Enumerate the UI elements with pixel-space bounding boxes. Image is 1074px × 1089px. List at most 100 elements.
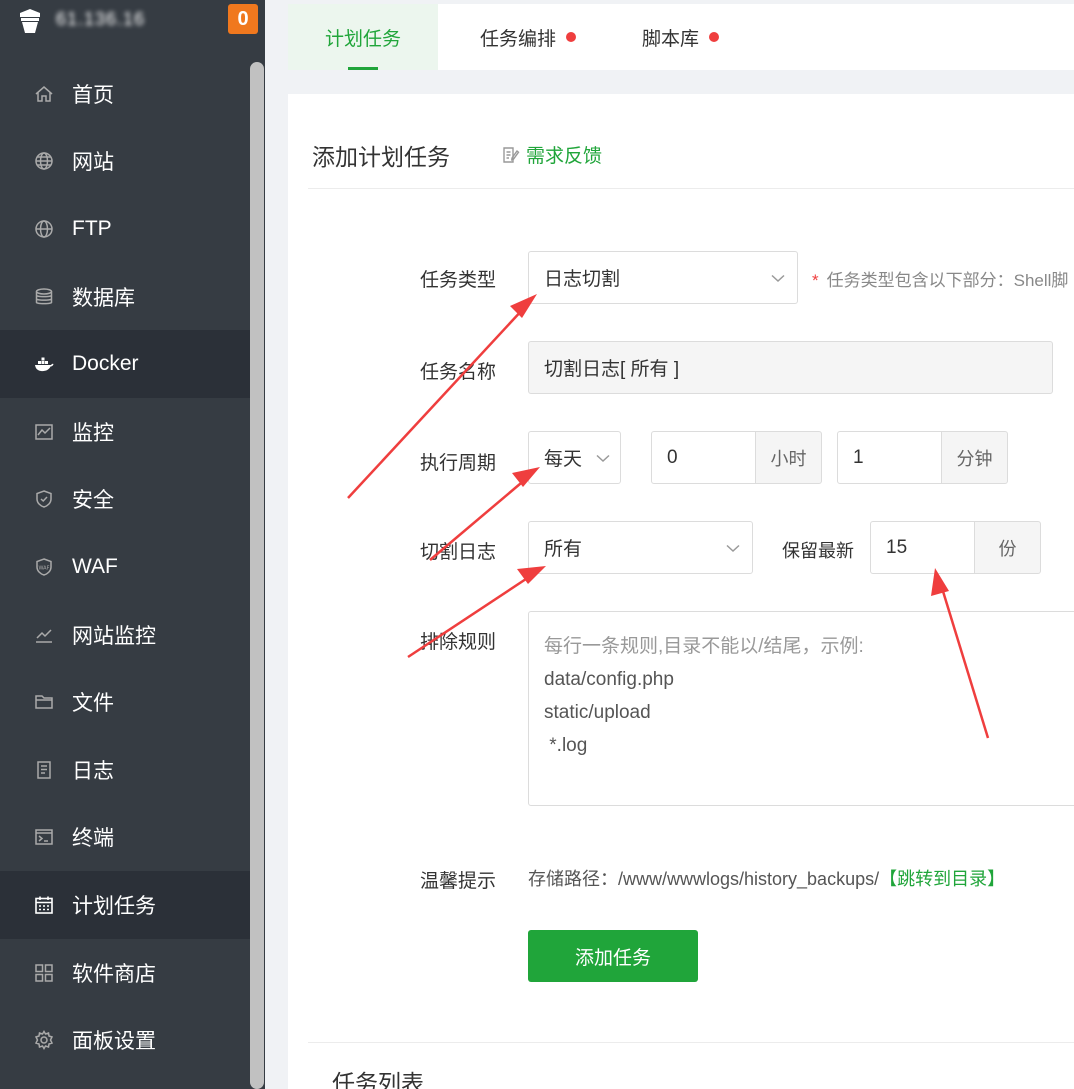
tab-script-library[interactable]: 脚本库: [642, 4, 720, 70]
feedback-link[interactable]: 需求反馈: [500, 141, 602, 168]
sidebar-item-security[interactable]: 安全: [0, 466, 250, 534]
folder-icon: [34, 692, 54, 712]
server-ip: 61.136.16: [56, 9, 146, 29]
task-type-value: 日志切割: [544, 269, 621, 290]
sidebar-item-label: 网站: [72, 151, 114, 175]
task-name-input[interactable]: 切割日志[ 所有 ]: [528, 341, 1053, 394]
task-type-label: 任务类型: [420, 270, 497, 291]
sidebar-item-waf[interactable]: WAF WAF: [0, 533, 250, 601]
cycle-label: 执行周期: [420, 453, 497, 474]
sidebar-item-files[interactable]: 文件: [0, 668, 250, 736]
placeholder-line: static/upload: [544, 702, 651, 723]
jump-to-directory-link[interactable]: 【跳转到目录】: [879, 869, 1005, 889]
task-type-hint: * 任务类型包含以下部分：Shell脚: [812, 266, 1068, 291]
sidebar-item-label: 面板设置: [72, 1030, 156, 1054]
keep-label: 保留最新: [782, 541, 854, 561]
chevron-down-icon: [771, 274, 785, 282]
logo-icon: [20, 9, 40, 33]
chart-icon: [34, 625, 54, 645]
storage-path: 存储路径：/www/wwwlogs/history_backups/【跳转到目录…: [528, 865, 1005, 891]
ftp-icon: [34, 219, 54, 239]
sidebar-item-label: 网站监控: [72, 624, 156, 648]
hour-unit: 小时: [755, 431, 822, 484]
sidebar-item-label: 安全: [72, 489, 114, 513]
sidebar-item-logs[interactable]: 日志: [0, 736, 250, 804]
gear-icon: [34, 1030, 54, 1051]
minute-unit: 分钟: [941, 431, 1008, 484]
terminal-icon: [34, 827, 54, 847]
sidebar-scrollbar-thumb[interactable]: [250, 62, 264, 1089]
sidebar-item-site-monitor[interactable]: 网站监控: [0, 601, 250, 669]
cycle-select[interactable]: 每天: [528, 431, 621, 484]
tab-orchestration[interactable]: 任务编排: [480, 4, 577, 70]
sidebar-menu: 首页 网站 FTP 数据库 Docker 监控 安全 WAF WAF 网站监控 …: [0, 60, 250, 1074]
waf-icon: WAF: [34, 557, 54, 577]
sidebar-item-home[interactable]: 首页: [0, 60, 250, 128]
sidebar-item-docker[interactable]: Docker: [0, 330, 250, 398]
edit-icon: [503, 146, 520, 163]
database-icon: [34, 287, 54, 307]
sidebar-item-label: 日志: [72, 759, 114, 783]
sidebar-item-label: FTP: [72, 216, 112, 240]
sidebar-item-label: 终端: [72, 827, 114, 851]
task-type-select[interactable]: 日志切割: [528, 251, 798, 304]
globe-icon: [34, 151, 54, 171]
svg-text:WAF: WAF: [39, 565, 50, 571]
sidebar-item-terminal[interactable]: 终端: [0, 804, 250, 872]
cycle-value: 每天: [544, 449, 583, 470]
grid-icon: [34, 963, 54, 983]
docker-icon: [34, 354, 54, 374]
sidebar-item-label: 软件商店: [72, 962, 156, 986]
divider: [308, 1042, 1074, 1043]
page-title: 添加计划任务: [312, 144, 450, 170]
placeholder-line: data/config.php: [544, 669, 674, 690]
required-star: *: [812, 271, 819, 290]
cut-log-label: 切割日志: [420, 542, 497, 563]
feedback-label: 需求反馈: [526, 146, 603, 167]
monitor-icon: [34, 422, 54, 442]
tip-label: 温馨提示: [420, 871, 497, 892]
tab-cron[interactable]: 计划任务: [288, 4, 438, 70]
cut-log-value: 所有: [544, 539, 583, 560]
sidebar-header: 61.136.16 0: [0, 0, 265, 60]
sidebar-item-monitor[interactable]: 监控: [0, 398, 250, 466]
exclude-rules-textarea[interactable]: 每行一条规则,目录不能以/结尾，示例: data/config.php stat…: [528, 611, 1074, 806]
exclude-label: 排除规则: [420, 632, 497, 653]
task-name-value: 切割日志[ 所有 ]: [544, 359, 680, 380]
sidebar-item-settings[interactable]: 面板设置: [0, 1006, 250, 1074]
sidebar-item-label: 首页: [72, 83, 114, 107]
minute-input[interactable]: 1: [837, 431, 942, 484]
tab-label: 计划任务: [324, 28, 401, 50]
placeholder-line: 每行一条规则,目录不能以/结尾，示例:: [544, 636, 864, 657]
sidebar-item-website[interactable]: 网站: [0, 128, 250, 196]
tab-bar: 计划任务 任务编排 脚本库: [288, 4, 1074, 70]
hour-input[interactable]: 0: [651, 431, 756, 484]
notification-dot: [566, 32, 577, 42]
sidebar-item-store[interactable]: 软件商店: [0, 939, 250, 1007]
keep-unit: 份: [974, 521, 1041, 574]
shield-icon: [34, 489, 54, 509]
minute-value: 1: [853, 446, 864, 468]
sidebar-item-label: 监控: [72, 421, 114, 445]
cut-log-select[interactable]: 所有: [528, 521, 753, 574]
sidebar-item-cron[interactable]: 计划任务: [0, 871, 250, 939]
sidebar-item-label: 计划任务: [72, 894, 156, 918]
notification-dot: [709, 32, 720, 42]
hint-text: 任务类型包含以下部分：Shell脚: [826, 271, 1069, 290]
keep-input[interactable]: 15: [870, 521, 975, 574]
sidebar-item-ftp[interactable]: FTP: [0, 195, 250, 263]
sidebar-item-database[interactable]: 数据库: [0, 263, 250, 331]
task-list-title: 任务列表: [332, 1070, 424, 1089]
hour-value: 0: [667, 446, 678, 468]
tab-label: 脚本库: [642, 28, 700, 50]
message-badge[interactable]: 0: [228, 4, 258, 34]
log-icon: [34, 760, 54, 780]
placeholder-line: *.log: [544, 735, 588, 756]
storage-path-text: 存储路径：/www/wwwlogs/history_backups/: [528, 869, 880, 889]
chevron-down-icon: [596, 454, 610, 462]
home-icon: [34, 84, 54, 104]
tab-label: 任务编排: [480, 28, 557, 50]
keep-value: 15: [886, 536, 908, 558]
add-task-button[interactable]: 添加任务: [528, 930, 698, 982]
sidebar-item-label: 数据库: [72, 286, 135, 310]
